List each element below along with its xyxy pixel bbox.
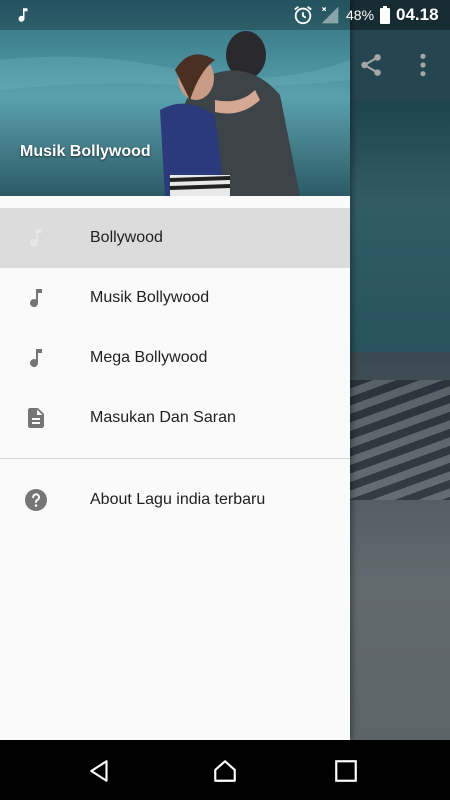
menu-item-mega-bollywood[interactable]: Mega Bollywood (0, 328, 350, 388)
music-note-icon (30, 289, 42, 308)
drawer-secondary-menu: About Lagu india terbaru (0, 470, 350, 530)
drawer-menu: Bollywood Musik Bollywood Mega Bollywood… (0, 208, 350, 448)
navigation-drawer: Musik Bollywood Bollywood Musik Bollywoo… (0, 0, 350, 740)
menu-item-label: Musik Bollywood (90, 289, 210, 306)
menu-item-about[interactable]: About Lagu india terbaru (0, 470, 350, 530)
status-clock: 04.18 (396, 5, 439, 24)
signal-icon (321, 6, 339, 24)
drawer-scrim[interactable] (350, 30, 450, 740)
menu-item-label: Masukan Dan Saran (90, 409, 236, 426)
menu-item-label: Mega Bollywood (90, 349, 208, 366)
menu-item-masukan-dan-saran[interactable]: Masukan Dan Saran (0, 388, 350, 448)
music-note-icon (30, 349, 42, 368)
recents-icon[interactable] (333, 758, 359, 784)
back-icon[interactable] (87, 758, 113, 784)
help-icon (25, 489, 47, 511)
status-bar: 48% 04.18 (0, 0, 450, 30)
alarm-icon (294, 6, 312, 25)
music-note-icon (18, 8, 28, 22)
drawer-header-title: Musik Bollywood (20, 143, 151, 160)
menu-item-label: About Lagu india terbaru (90, 491, 266, 508)
battery-percent: 48% (346, 7, 375, 23)
system-nav-bar (0, 740, 450, 800)
home-icon[interactable] (212, 758, 238, 784)
menu-item-musik-bollywood[interactable]: Musik Bollywood (0, 268, 350, 328)
menu-divider (0, 458, 350, 459)
menu-item-bollywood[interactable]: Bollywood (0, 208, 350, 268)
music-note-icon (30, 229, 42, 248)
menu-item-label: Bollywood (90, 229, 163, 246)
battery-icon (380, 6, 390, 24)
document-icon (28, 408, 44, 428)
